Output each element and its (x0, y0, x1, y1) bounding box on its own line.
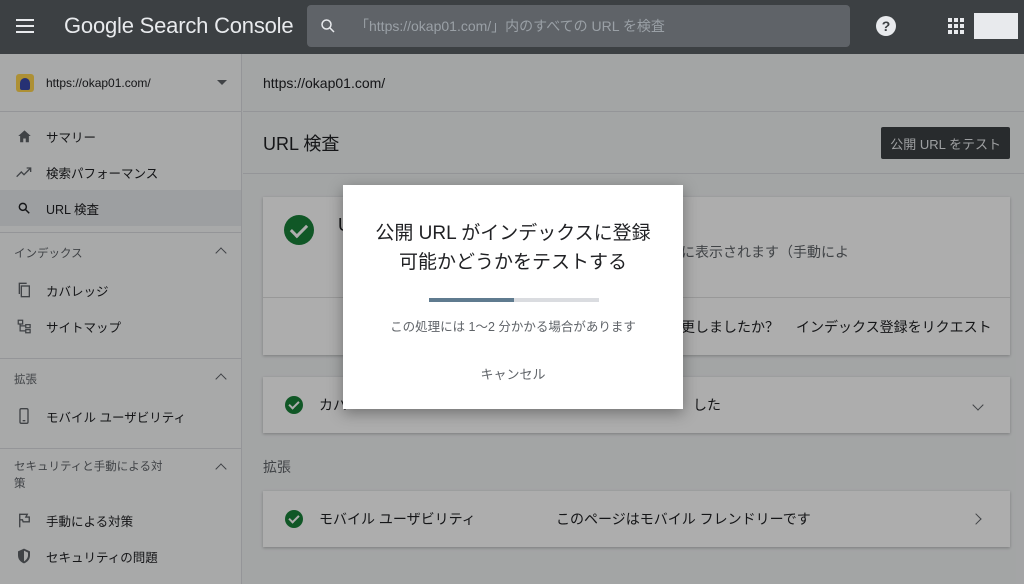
url-inspect-input[interactable] (355, 18, 835, 34)
product-logo[interactable]: Google Search Console (64, 13, 294, 39)
progress-fill (429, 298, 514, 302)
search-box[interactable] (307, 5, 850, 47)
dialog-note: この処理には 1〜2 分かかる場合があります (390, 320, 636, 334)
account-avatar[interactable] (974, 13, 1018, 39)
help-icon[interactable]: ? (876, 16, 896, 36)
apps-grid-icon[interactable] (948, 18, 964, 34)
progress-bar (429, 298, 599, 302)
cancel-button[interactable]: キャンセル (463, 359, 563, 387)
test-dialog: 公開 URL がインデックスに登録可能かどうかをテストする この処理には 1〜2… (343, 185, 683, 409)
menu-icon[interactable] (14, 15, 36, 37)
top-app-bar: Google Search Console ? (0, 0, 1024, 54)
search-icon[interactable] (307, 5, 349, 47)
dialog-title: 公開 URL がインデックスに登録可能かどうかをテストする (375, 223, 651, 273)
